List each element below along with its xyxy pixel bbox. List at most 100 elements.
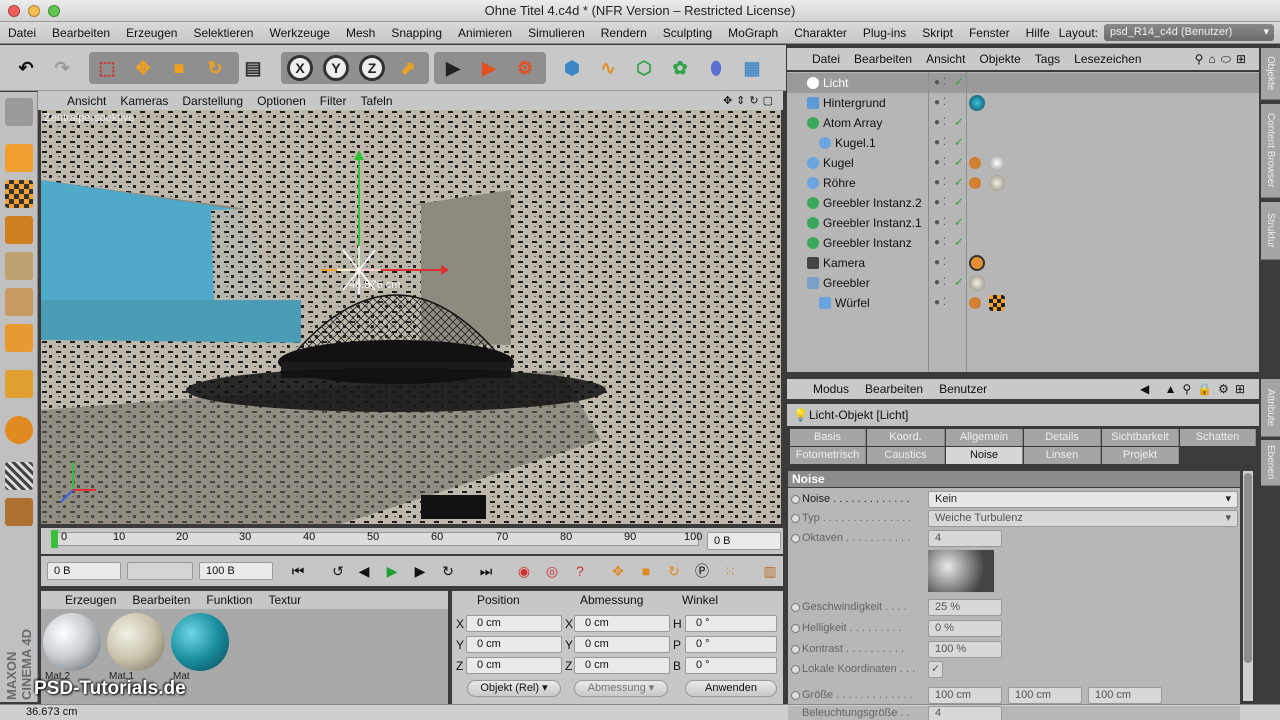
range-slider[interactable]	[127, 562, 193, 580]
am-menu-modus[interactable]: Modus	[805, 382, 857, 396]
visibility-dots[interactable]: ● ⁚	[934, 257, 946, 268]
object-row-greebler-instanz[interactable]: Greebler Instanz ● ⁚ ✓	[787, 233, 1259, 253]
am-menu-bearbeiten[interactable]: Bearbeiten	[857, 382, 931, 396]
viewport-menu-kameras[interactable]: Kameras	[113, 94, 175, 108]
add-deformer-button[interactable]: ⬮	[700, 52, 732, 84]
tab-projekt[interactable]: Projekt	[1102, 447, 1179, 464]
enabled-check-icon[interactable]: ✓	[954, 75, 964, 89]
tab-ebenen[interactable]: Ebenen	[1261, 440, 1280, 486]
om-toolbar-icons[interactable]: ⚲⌂⬭⊞	[1195, 52, 1259, 67]
menu-skript[interactable]: Skript	[914, 26, 961, 40]
object-row-hintergrund[interactable]: Hintergrund ● ⁚	[787, 93, 1259, 113]
coordinate-mode-select[interactable]: Objekt (Rel) ▾	[467, 680, 561, 697]
enabled-check-icon[interactable]: ✓	[954, 115, 964, 129]
position-y-field[interactable]: 0 cm	[466, 636, 562, 653]
previous-key-button[interactable]: ↺	[327, 560, 349, 582]
rotation-key-button[interactable]: ↻	[663, 560, 685, 582]
rotation-p-field[interactable]: 0 °	[685, 636, 777, 653]
menu-mesh[interactable]: Mesh	[338, 26, 383, 40]
size-z-field[interactable]: 0 cm	[574, 657, 670, 674]
object-row-atom-array[interactable]: Atom Array ● ⁚ ✓	[787, 113, 1259, 133]
menu-erzeugen[interactable]: Erzeugen	[118, 26, 185, 40]
viewport-menu-optionen[interactable]: Optionen	[250, 94, 313, 108]
menu-werkzeuge[interactable]: Werkzeuge	[261, 26, 337, 40]
object-row-kamera[interactable]: Kamera ● ⁚	[787, 253, 1259, 273]
contrast-field[interactable]: 100 %	[928, 641, 1002, 658]
zoom-window-button[interactable]	[48, 5, 60, 17]
size-y-field[interactable]: 100 cm	[1008, 687, 1082, 704]
visibility-dots[interactable]: ● ⁚	[934, 157, 946, 168]
menu-fenster[interactable]: Fenster	[961, 26, 1018, 40]
material-tag[interactable]	[969, 95, 985, 111]
tab-koord[interactable]: Koord.	[867, 429, 945, 446]
viewport-navigation-icons[interactable]: ✥⇕↻▢	[723, 94, 783, 107]
enabled-check-icon[interactable]: ✓	[954, 135, 964, 149]
enabled-check-icon[interactable]: ✓	[954, 235, 964, 249]
y-axis-button[interactable]: Y	[320, 52, 352, 84]
tab-attribute[interactable]: Attribute	[1261, 379, 1280, 437]
position-key-button[interactable]: ✥	[607, 560, 629, 582]
visibility-dots[interactable]: ● ⁚	[934, 277, 946, 288]
light-size-field[interactable]: 4	[928, 706, 1002, 720]
recent-tools-button[interactable]: ▤	[237, 52, 269, 84]
add-cube-button[interactable]: ⬢	[556, 52, 588, 84]
previous-frame-button[interactable]: ◀	[353, 560, 375, 582]
menu-datei[interactable]: Datei	[0, 26, 44, 40]
time-slider-handle[interactable]	[51, 530, 58, 548]
x-axis-button[interactable]: X	[284, 52, 316, 84]
animate-radio[interactable]	[791, 514, 800, 523]
add-generator-button[interactable]: ⬡	[628, 52, 660, 84]
next-key-button[interactable]: ↻	[437, 560, 459, 582]
edges-mode-button[interactable]	[5, 288, 33, 316]
object-row-greebler[interactable]: Greebler ● ⁚ ✓	[787, 273, 1259, 293]
redo-button[interactable]: ↷	[46, 52, 78, 84]
close-window-button[interactable]	[8, 5, 20, 17]
am-menu-benutzer[interactable]: Benutzer	[931, 382, 995, 396]
coordinate-system-button[interactable]: ⬈	[392, 52, 424, 84]
tab-struktur[interactable]: Struktur	[1261, 202, 1280, 260]
points-mode-button[interactable]	[5, 252, 33, 280]
mat-menu-bearbeiten[interactable]: Bearbeiten	[124, 593, 198, 607]
attribute-scrollbar[interactable]	[1243, 471, 1253, 701]
play-button[interactable]: ▶	[381, 560, 403, 582]
menu-hilfe[interactable]: Hilfe	[1018, 26, 1058, 40]
snapping-button[interactable]	[5, 416, 33, 444]
visibility-dots[interactable]: ● ⁚	[934, 77, 946, 88]
visibility-dots[interactable]: ● ⁚	[934, 237, 946, 248]
model-mode-button[interactable]	[5, 144, 33, 172]
om-menu-objekte[interactable]: Objekte	[972, 52, 1027, 66]
texture-mode-button[interactable]	[5, 180, 33, 208]
add-scene-button[interactable]: ▦	[736, 52, 768, 84]
move-tool-button[interactable]: ✥	[127, 52, 159, 84]
tab-noise[interactable]: Noise	[946, 447, 1023, 464]
enabled-check-icon[interactable]: ✓	[954, 155, 964, 169]
visibility-dots[interactable]: ● ⁚	[934, 197, 946, 208]
menu-mograph[interactable]: MoGraph	[720, 26, 786, 40]
object-row-wuerfel[interactable]: Würfel ● ⁚	[787, 293, 1259, 313]
tab-content-browser[interactable]: Content Browser	[1261, 104, 1280, 198]
material-item[interactable]: Mat.2	[43, 613, 101, 687]
scrollbar-thumb[interactable]	[1244, 473, 1252, 663]
menu-snapping[interactable]: Snapping	[383, 26, 450, 40]
menu-plugins[interactable]: Plug-ins	[855, 26, 914, 40]
tab-fotometrisch[interactable]: Fotometrisch	[790, 447, 866, 464]
workplane-button[interactable]	[5, 216, 33, 244]
protection-tag[interactable]	[969, 255, 985, 271]
rotate-tool-button[interactable]: ↻	[199, 52, 231, 84]
visibility-dots[interactable]: ● ⁚	[934, 117, 946, 128]
planar-workplane-button[interactable]	[5, 498, 33, 526]
animate-radio[interactable]	[791, 691, 800, 700]
mat-menu-funktion[interactable]: Funktion	[198, 593, 260, 607]
om-menu-datei[interactable]: Datei	[805, 52, 847, 66]
make-editable-button[interactable]	[5, 98, 33, 126]
end-frame-field[interactable]: 100 B	[199, 562, 273, 580]
undo-button[interactable]: ↶	[10, 52, 42, 84]
visibility-dots[interactable]: ● ⁚	[934, 137, 946, 148]
next-frame-button[interactable]: ▶	[409, 560, 431, 582]
phong-tag[interactable]	[969, 157, 981, 169]
render-picture-viewer-button[interactable]: ▶	[473, 52, 505, 84]
viewport-menu-ansicht[interactable]: Ansicht	[60, 94, 113, 108]
menu-sculpting[interactable]: Sculpting	[655, 26, 720, 40]
axis-mode-button[interactable]	[5, 370, 33, 398]
size-z-field[interactable]: 100 cm	[1088, 687, 1162, 704]
